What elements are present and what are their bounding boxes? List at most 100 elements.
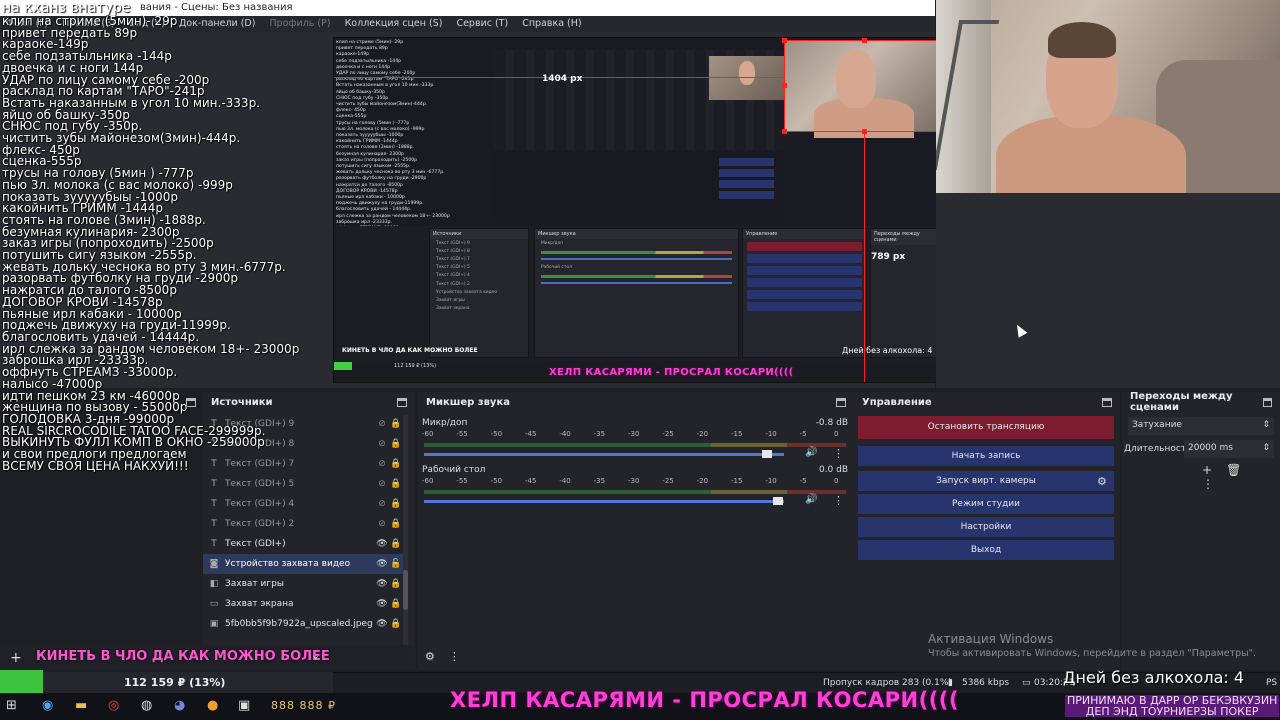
nested-buttons [719,158,774,202]
db-tick: -35 [593,477,606,485]
more-icon[interactable]: ⋮ [833,494,844,507]
speaker-icon[interactable]: 🔊 [805,494,817,505]
lock-icon[interactable]: 🔒 [389,459,403,469]
eye-icon[interactable]: 👁 [375,619,389,629]
source-item[interactable]: ◧ Захват игры 👁 🔒 [203,574,403,594]
more-icon[interactable]: ⋮ [833,447,844,460]
preview-banner: ХЕЛП КАСАРЯМИ - ПРОСРАЛ КОСАРИ(((( [549,367,794,378]
app-icon[interactable]: ▣ [238,698,250,713]
lock-icon[interactable]: 🔒 [389,539,403,549]
eye-icon[interactable]: 👁 [375,579,389,589]
eye-hidden-icon[interactable]: ⊘ [375,499,389,509]
studio-mode-button[interactable]: Режим студии [858,494,1114,514]
undock-icon[interactable] [836,397,846,407]
slider-knob[interactable] [762,450,773,458]
undock-icon[interactable] [1102,397,1112,407]
menu-item[interactable]: Сервис (T) [456,16,508,32]
preview-ticker: КИНЕТЬ В ЧЛО ДА КАК МОЖНО БОЛЕЕ [342,347,478,354]
stop-stream-button[interactable]: Остановить трансляцию [858,416,1114,439]
resize-handle[interactable] [862,129,867,134]
preview-nested-webcam [709,56,784,100]
menu-item[interactable]: Коллекция сцен (S) [345,16,443,32]
source-item[interactable]: ▭ Захват экрана 👁 🔒 [203,594,403,614]
trash-icon[interactable]: 🗑 [1226,463,1255,477]
source-item[interactable]: T Текст (GDI+) 2 ⊘ 🔒 [203,514,403,534]
lock-icon[interactable]: 🔒 [389,439,403,449]
mixer-channel: Микр/доп -0.8 dB -60 -55 -50 -45 -40 -35 -30 -25-… [420,418,850,460]
obs-icon[interactable]: ◍ [141,698,152,713]
menu-item[interactable]: Справка (H) [522,16,581,32]
volume-slider[interactable]: 🔊 ⋮ [420,447,850,460]
lock-icon[interactable]: 🔒 [389,619,403,629]
lock-icon[interactable]: 🔒 [389,579,403,589]
monitor-icon: ▭ [209,599,219,609]
dropped-frames: Пропуск кадров 283 (0.1%) [823,678,952,688]
lock-icon[interactable]: 🔒 [389,419,403,429]
unlock-icon[interactable]: 🔓 [389,559,403,569]
spin-icon[interactable]: ⇕ [1262,443,1270,453]
eye-icon[interactable]: 👁 [375,559,389,569]
undock-icon[interactable] [1263,397,1272,407]
source-item[interactable]: T Текст (GDI+) 5 ⊘ 🔒 [203,474,403,494]
db-tick: -5 [799,477,807,485]
volume-slider[interactable]: 🔊 ⋮ [420,494,850,507]
resize-handle[interactable] [782,38,787,43]
settings-button[interactable]: Настройки [858,517,1114,537]
app-icon[interactable]: ● [207,698,218,713]
resize-handle[interactable] [782,83,787,88]
windows-start-icon[interactable]: ⊞ [6,698,17,713]
preview-transitions-title: Переходы между сценами [871,229,943,245]
eye-hidden-icon[interactable]: ⊘ [375,519,389,529]
transition-select[interactable]: Затухание ⇕ [1128,417,1274,435]
source-item[interactable]: ◙ Устройство захвата видео 👁 🔓 [203,554,403,574]
sources-scrollbar[interactable] [403,415,408,645]
gear-icon[interactable]: ⚙ [1097,475,1107,488]
eye-icon[interactable]: 👁 [375,539,389,549]
exit-button[interactable]: Выход [858,540,1114,560]
discord-icon[interactable]: ◕ [174,698,185,713]
resize-handle[interactable] [782,129,787,134]
duration-input[interactable]: 20000 ms ⇕ [1184,440,1274,458]
mixer-settings-icon[interactable]: ⚙ [425,650,449,663]
source-item[interactable]: T Текст (GDI+) 4 ⊘ 🔒 [203,494,403,514]
db-tick: -30 [628,477,640,485]
transitions-dock: Переходы между сценами Затухание ⇕ Длите… [1122,391,1280,670]
add-source-icon[interactable]: + [10,650,22,666]
chrome-icon[interactable]: ◎ [108,698,119,713]
resize-handle[interactable] [862,38,867,43]
eye-hidden-icon[interactable]: ⊘ [375,479,389,489]
source-item[interactable]: ▣ 5fb0bb5f9b7922a_upscaled.jpeg 👁 🔒 [203,614,403,634]
start-recording-button[interactable]: Начать запись [858,446,1114,466]
start-virtual-camera-button[interactable]: Запуск вирт. камеры [858,471,1114,491]
slider-knob[interactable] [773,497,784,505]
more-icon[interactable]: ⋮ [1202,477,1228,491]
source-item[interactable]: T Текст (GDI+) 👁 🔒 [203,534,403,554]
lock-icon[interactable]: 🔒 [389,599,403,609]
channel-name: Микр/доп [422,418,468,428]
eye-hidden-icon[interactable]: ⊘ [375,419,389,429]
folder-icon[interactable]: ▬ [75,698,87,713]
lock-icon[interactable]: 🔒 [389,479,403,489]
db-tick: 0 [834,430,839,438]
preview-captured-obs-panels: Источники Текст (GDI+) 9 Текст (GDI+) 8 Те… [334,226,944,382]
eye-hidden-icon[interactable]: ⊘ [375,439,389,449]
eye-hidden-icon[interactable]: ⊘ [375,459,389,469]
lock-icon[interactable]: 🔒 [389,519,403,529]
edge-icon[interactable]: ◉ [42,698,53,713]
ticker-overlay: КИНЕТЬ В ЧЛО ДА КАК МОЖНО БОЛЕЕ [36,649,330,664]
lock-icon[interactable]: 🔒 [389,499,403,509]
db-tick: -20 [696,477,709,485]
more-icon[interactable]: ⋮ [449,650,474,663]
eye-icon[interactable]: 👁 [375,599,389,609]
guide-line-vertical [864,132,865,382]
scene-preview[interactable]: клип на стриме (5мин)- 29р привет передат… [333,37,945,383]
audio-mixer-dock: Микшер звука Микр/доп -0.8 dB -60 -55 -50 -45… [418,392,854,670]
source-name: Текст (GDI+) 5 [225,479,295,489]
add-icon[interactable]: + [1202,463,1226,477]
speaker-icon[interactable]: 🔊 [805,447,817,458]
db-tick: -25 [662,477,674,485]
db-tick: -10 [765,430,777,438]
chevron-down-icon[interactable]: ⌄ [311,649,320,662]
undock-icon[interactable] [397,397,407,407]
db-tick: -20 [696,430,709,438]
